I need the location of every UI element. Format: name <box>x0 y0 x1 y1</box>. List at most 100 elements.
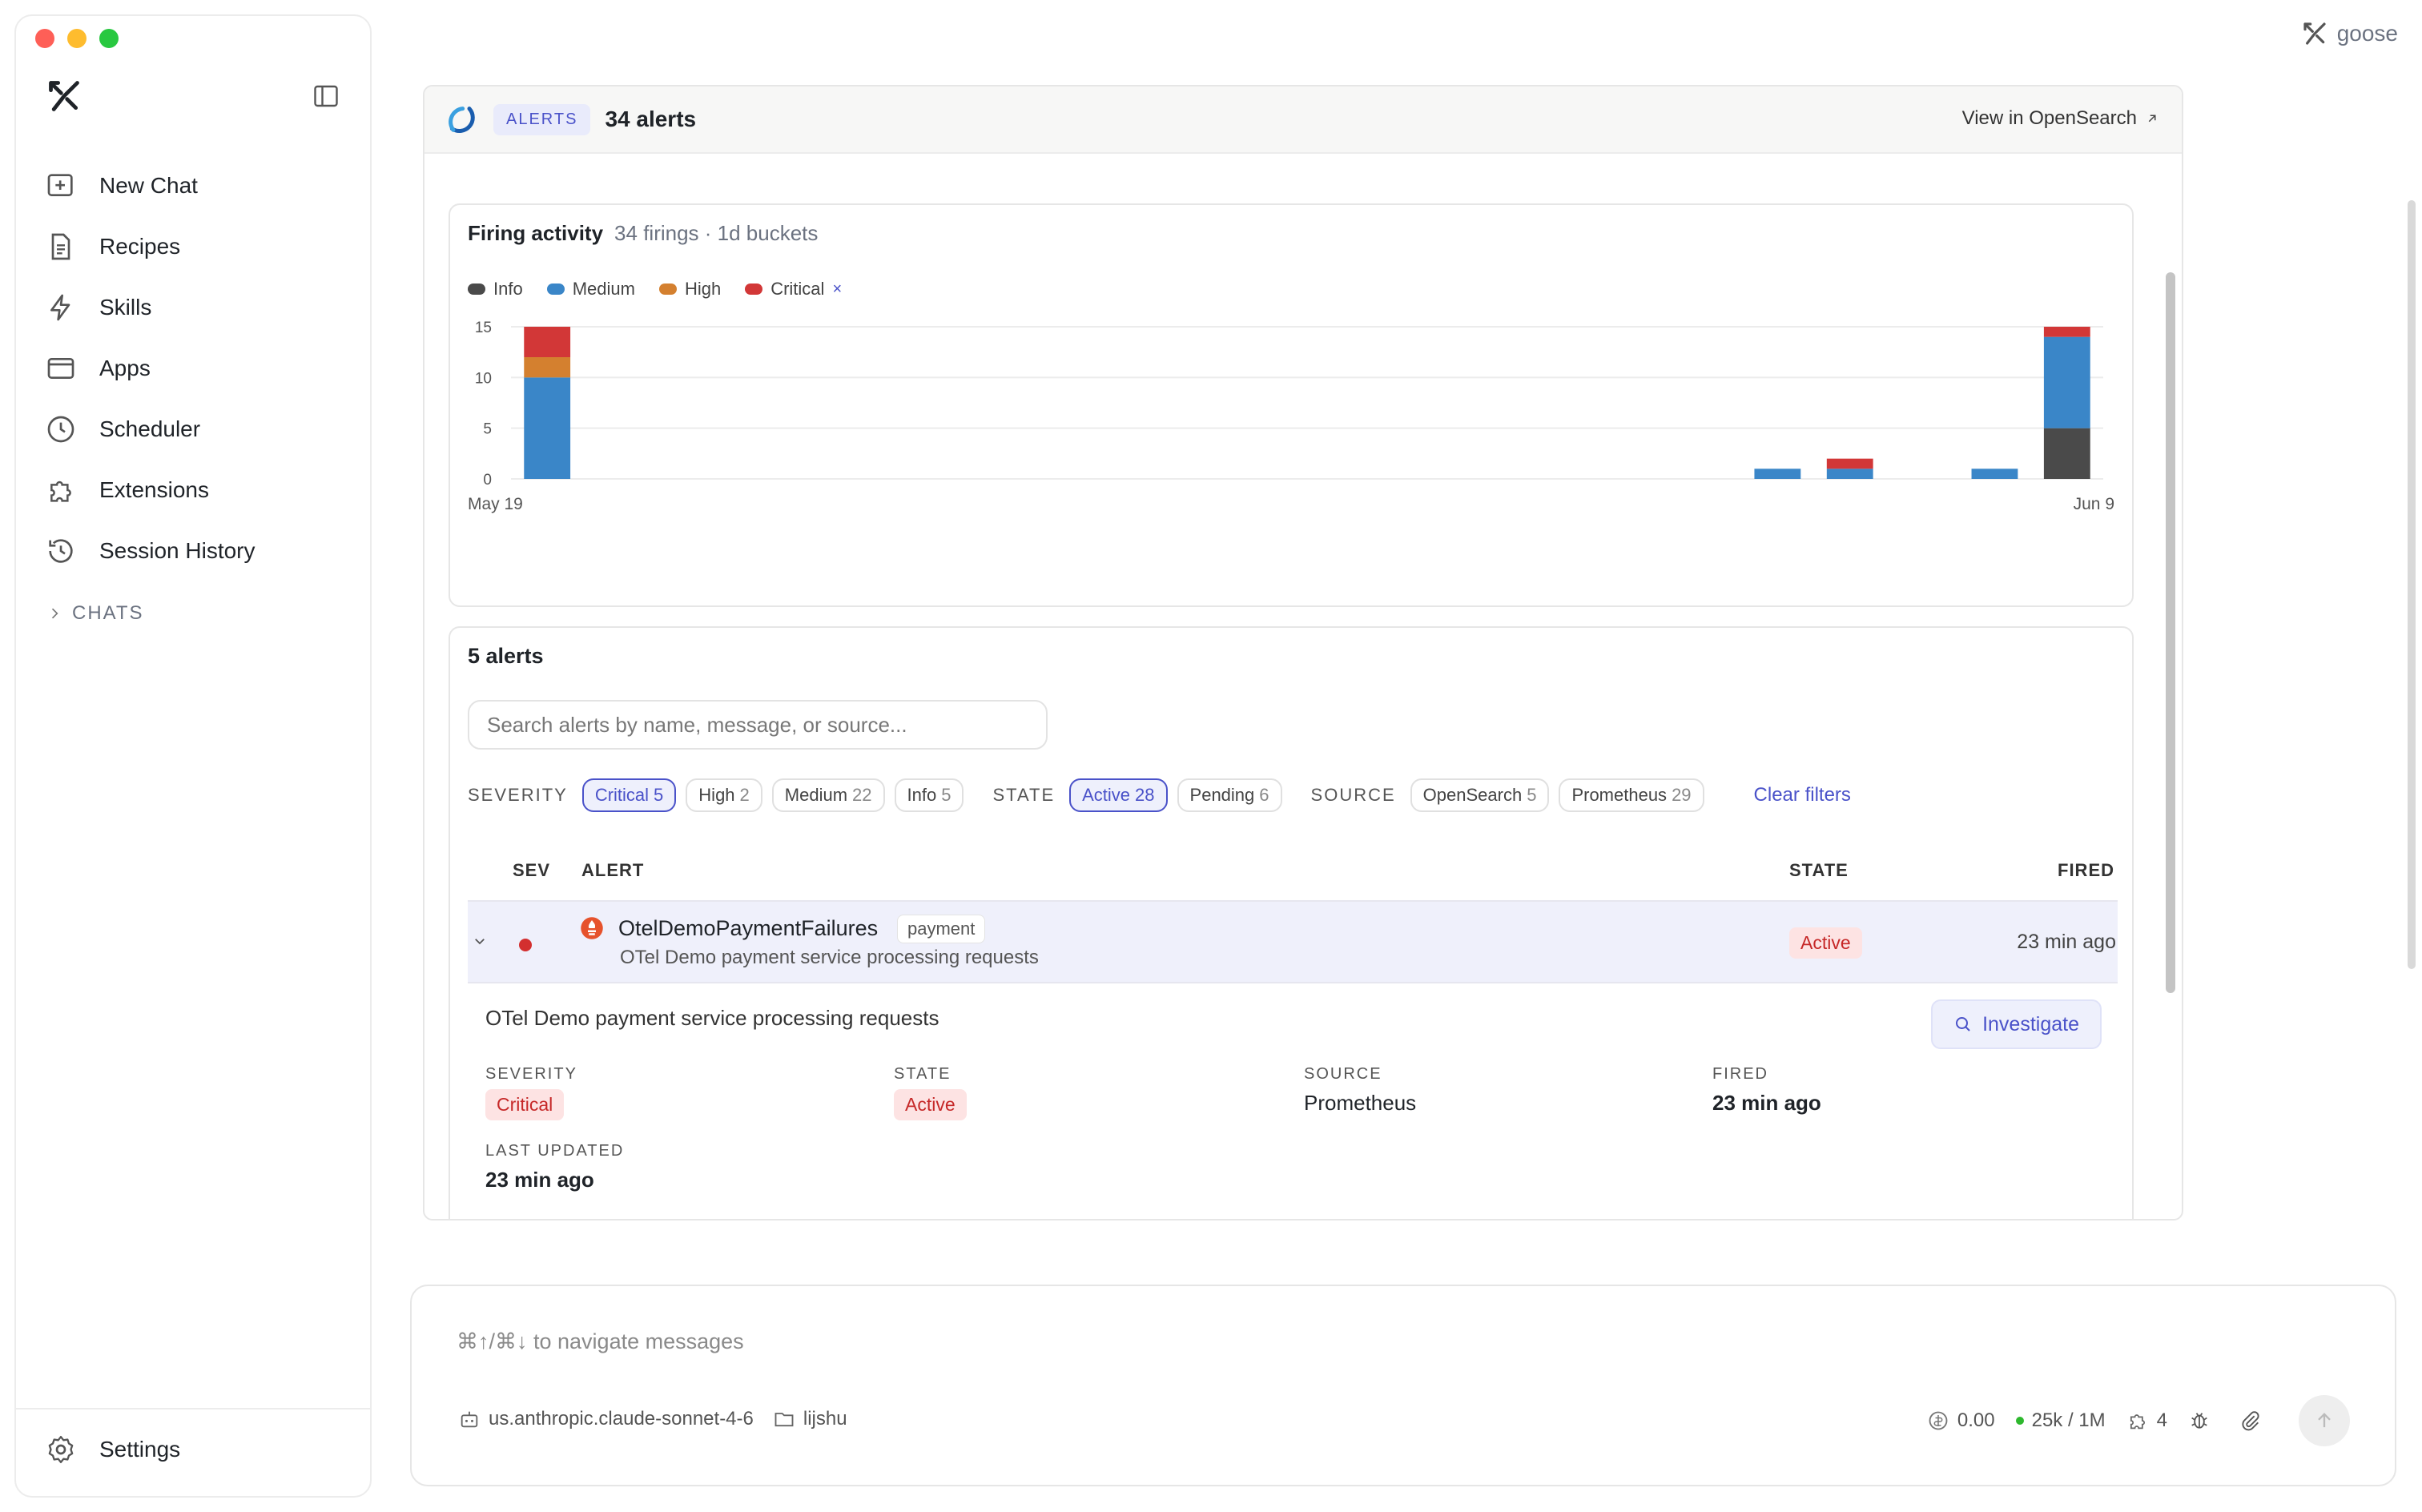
maximize-window-button[interactable] <box>99 29 119 48</box>
source-filter-label: SOURCE <box>1310 785 1396 805</box>
clear-legend-filter-button[interactable]: × <box>832 280 842 299</box>
close-window-button[interactable] <box>35 29 54 48</box>
alerts-card-body: Firing activity 34 firings · 1d buckets … <box>424 155 2182 1219</box>
attach-button[interactable] <box>2239 1409 2270 1432</box>
filter-chip-opensearch[interactable]: OpenSearch 5 <box>1410 778 1550 812</box>
filter-chip-active[interactable]: Active 28 <box>1069 778 1168 812</box>
column-header-fired[interactable]: FIRED <box>2058 860 2114 881</box>
detail-fired-label: FIRED <box>1712 1065 1768 1083</box>
gear-icon <box>48 1436 74 1463</box>
card-scrollbar[interactable] <box>2166 272 2175 993</box>
filter-chip-info[interactable]: Info 5 <box>894 778 964 812</box>
alert-name: OtelDemoPaymentFailures <box>618 916 879 940</box>
view-link-label: View in OpenSearch <box>1961 107 2137 129</box>
column-header-sev[interactable]: SEV <box>513 860 550 881</box>
settings-label: Settings <box>99 1437 181 1462</box>
filter-chip-pending[interactable]: Pending 6 <box>1177 778 1282 812</box>
message-input[interactable] <box>457 1329 1738 1365</box>
sidebar-item-scheduler[interactable]: Scheduler <box>45 399 365 460</box>
clock-icon <box>47 416 74 443</box>
bar-segment-info <box>2043 428 2090 479</box>
x-axis-start-label: May 19 <box>468 495 523 513</box>
chip-count: 5 <box>1527 785 1537 805</box>
coin-icon <box>1929 1411 1948 1430</box>
sidebar-item-skills[interactable]: Skills <box>45 277 365 338</box>
sidebar-toggle-icon[interactable] <box>311 82 341 111</box>
working-directory[interactable]: lijshu <box>773 1408 847 1430</box>
main-scrollbar[interactable] <box>2408 200 2416 969</box>
filter-chip-prometheus[interactable]: Prometheus 29 <box>1559 778 1704 812</box>
chart-legend: Info Medium High Critical × <box>468 279 842 300</box>
minimize-window-button[interactable] <box>67 29 86 48</box>
folder-icon <box>774 1413 794 1427</box>
detail-description: OTel Demo payment service processing req… <box>485 1006 939 1030</box>
new-chat-icon <box>47 174 73 196</box>
legend-item-high[interactable]: High <box>658 279 722 300</box>
goose-logo-icon <box>2303 22 2326 45</box>
bar-segment-medium <box>1971 468 2018 479</box>
legend-item-medium[interactable]: Medium <box>546 279 635 300</box>
sidebar-item-settings[interactable]: Settings <box>45 1434 180 1466</box>
column-header-state[interactable]: STATE <box>1789 860 1849 881</box>
sidebar-item-label: Skills <box>99 295 152 320</box>
sidebar-item-apps[interactable]: Apps <box>45 338 365 399</box>
table-row[interactable]: OtelDemoPaymentFailures payment OTel Dem… <box>468 900 2118 983</box>
chip-label: Pending <box>1189 785 1255 805</box>
view-in-opensearch-link[interactable]: View in OpenSearch <box>1962 107 2159 130</box>
filter-chip-medium[interactable]: Medium 22 <box>771 778 885 812</box>
filter-chip-critical[interactable]: Critical 5 <box>581 778 677 812</box>
sidebar-item-label: Apps <box>99 356 151 380</box>
brand-name: goose <box>2336 21 2398 46</box>
status-badge: Active <box>1789 927 1862 959</box>
bar-segment-medium <box>524 377 571 479</box>
sidebar-item-session-history[interactable]: Session History <box>45 521 365 581</box>
legend-item-critical[interactable]: Critical <box>745 279 824 300</box>
goose-logo-icon[interactable] <box>46 78 82 114</box>
legend-swatch <box>658 284 677 295</box>
alerts-card-header: ALERTS 34 alerts View in OpenSearch <box>424 86 2182 154</box>
detail-fired-value: 23 min ago <box>1712 1091 1821 1115</box>
filter-chip-high[interactable]: High 2 <box>686 778 762 812</box>
context-usage[interactable]: 25k / 1M <box>2015 1409 2106 1432</box>
extensions-indicator[interactable]: 4 <box>2126 1409 2167 1432</box>
sidebar-footer: Settings <box>16 1408 370 1496</box>
model-selector[interactable]: us.anthropic.claude-sonnet-4-6 <box>458 1408 754 1430</box>
composer-actions: 0.00 25k / 1M 4 <box>1906 1395 2350 1446</box>
lightning-icon <box>50 294 70 321</box>
chip-count: 2 <box>739 785 750 805</box>
chevron-down-icon[interactable] <box>473 934 487 948</box>
legend-label: Info <box>493 279 523 299</box>
y-tick-label: 15 <box>475 320 492 336</box>
detail-severity-label: SEVERITY <box>485 1065 577 1083</box>
search-icon <box>1956 1017 1970 1031</box>
chats-section-toggle[interactable]: CHATS <box>46 602 144 625</box>
alerts-card: ALERTS 34 alerts View in OpenSearch Firi… <box>423 85 2183 1220</box>
chart-heading: Firing activity 34 firings · 1d buckets <box>468 221 818 246</box>
legend-label: High <box>684 279 722 299</box>
chip-count: 5 <box>941 785 952 805</box>
robot-icon <box>461 1411 478 1428</box>
sidebar-item-extensions[interactable]: Extensions <box>45 460 365 521</box>
chip-count: 5 <box>654 785 664 805</box>
alerts-list-panel: 5 alerts SEVERITY Critical5 High2 Medium… <box>449 626 2134 1219</box>
detail-state-label: STATE <box>894 1065 952 1083</box>
sidebar-item-new-chat[interactable]: New Chat <box>45 155 365 216</box>
send-button[interactable] <box>2299 1395 2350 1446</box>
legend-label: Critical <box>770 279 825 299</box>
chip-label: High <box>698 785 735 805</box>
detail-updated-label: LAST UPDATED <box>485 1142 625 1160</box>
clear-filters-link[interactable]: Clear filters <box>1754 784 1851 806</box>
debug-button[interactable] <box>2188 1409 2219 1432</box>
alerts-search-input[interactable] <box>468 700 1048 750</box>
investigate-button[interactable]: Investigate <box>1931 999 2102 1049</box>
chip-label: Critical <box>594 785 650 805</box>
legend-swatch <box>546 284 565 295</box>
app-brand: goose <box>2302 21 2398 46</box>
detail-source-value: Prometheus <box>1304 1091 1417 1115</box>
column-header-alert[interactable]: ALERT <box>581 860 644 881</box>
alerts-badge: ALERTS <box>493 103 591 135</box>
sidebar-item-recipes[interactable]: Recipes <box>45 216 365 277</box>
cost-indicator[interactable]: 0.00 <box>1927 1409 1995 1432</box>
legend-item-info[interactable]: Info <box>468 279 523 300</box>
x-axis-end-label: Jun 9 <box>2074 495 2114 513</box>
